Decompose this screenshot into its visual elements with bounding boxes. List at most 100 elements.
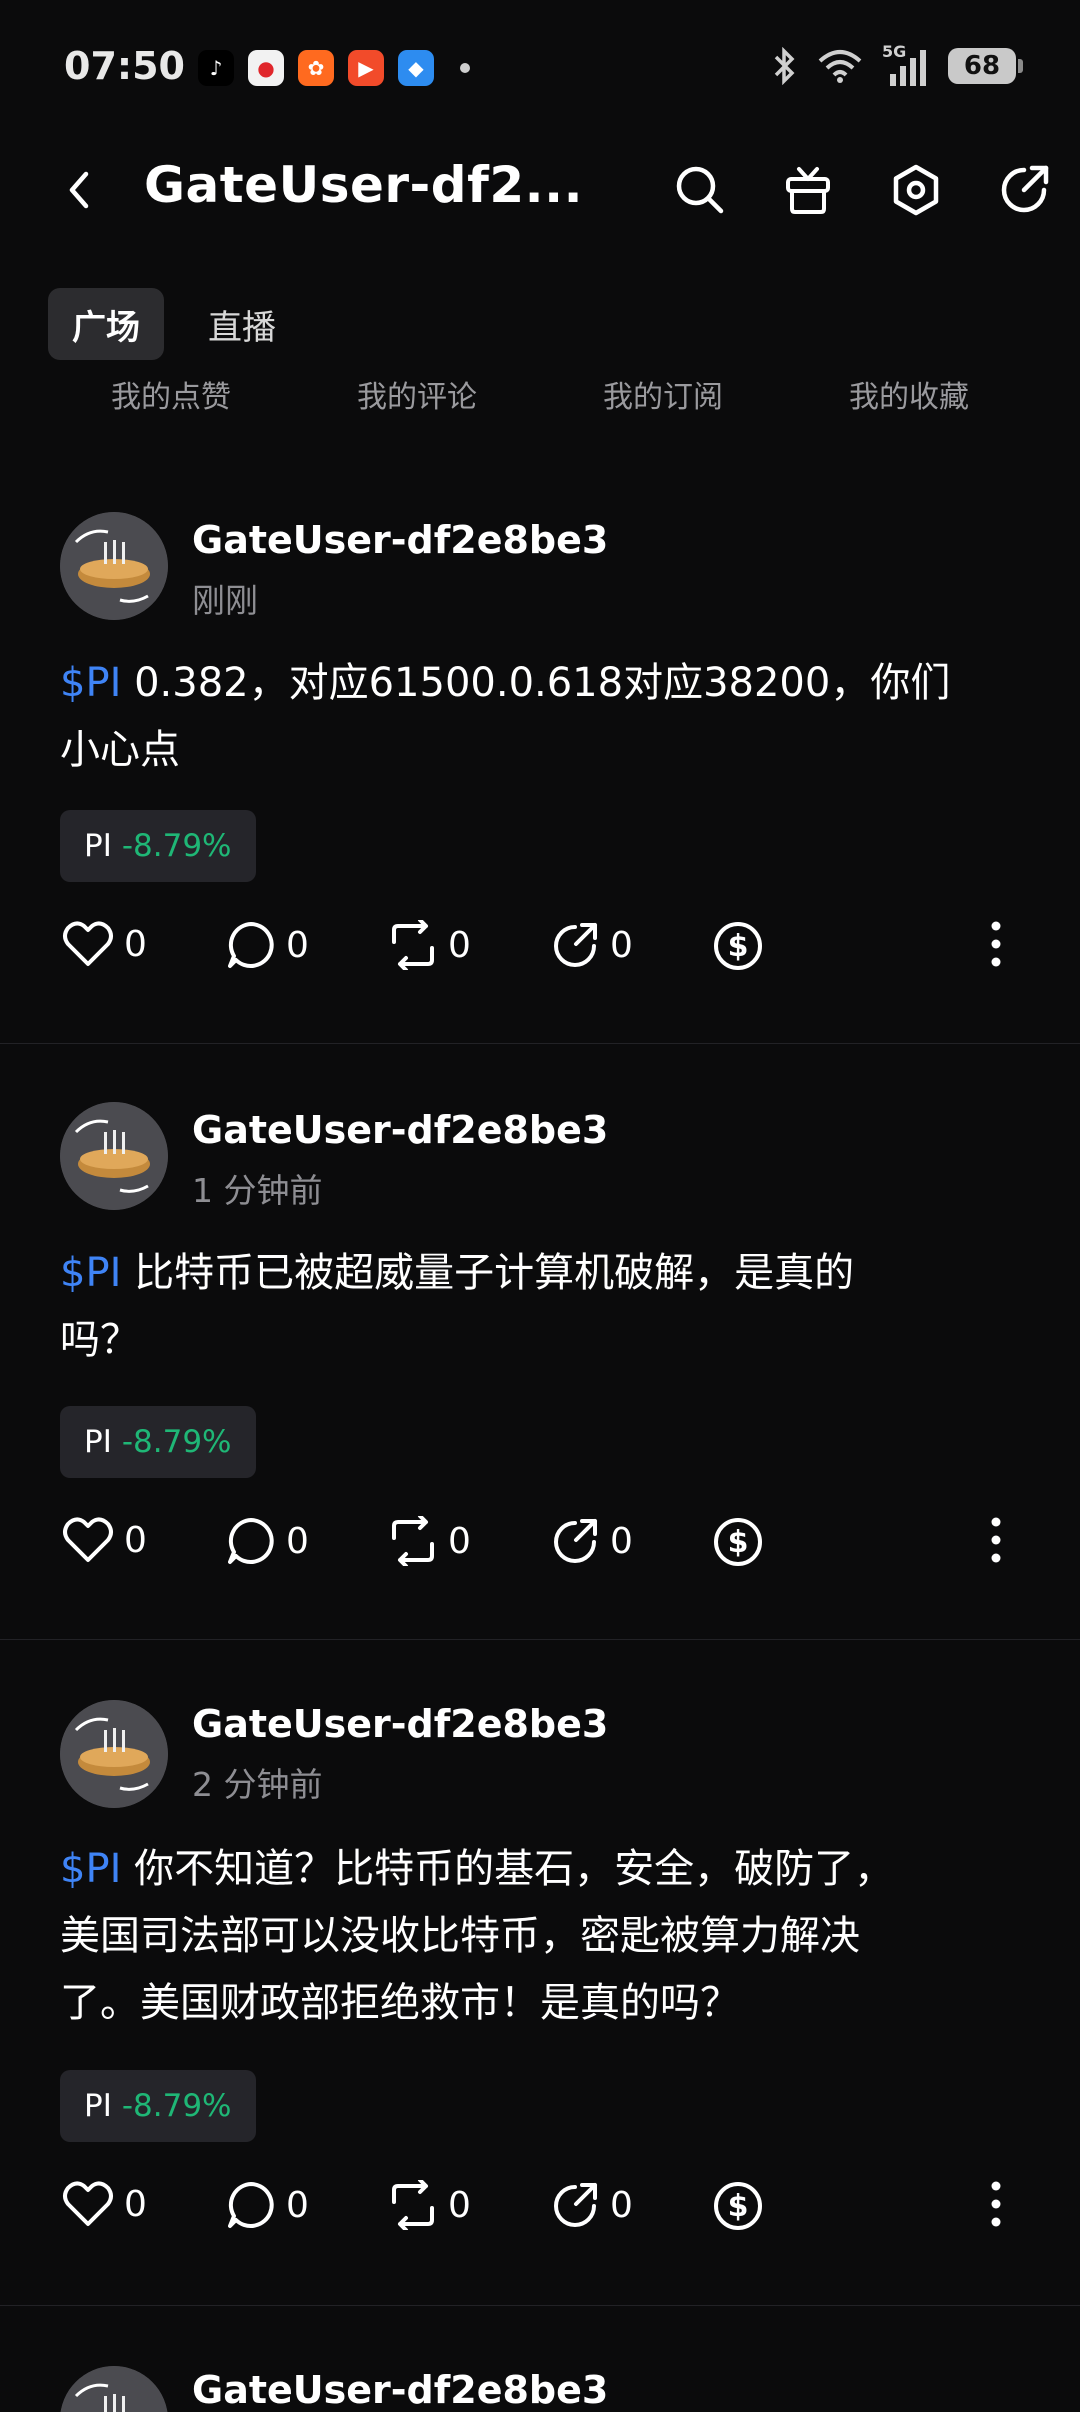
repost-button[interactable]: 0 bbox=[388, 920, 471, 970]
repost-count: 0 bbox=[448, 924, 471, 966]
svg-text:$: $ bbox=[728, 2189, 749, 2224]
tip-dollar-icon: $ bbox=[714, 2182, 762, 2230]
post-author[interactable]: GateUser-df2e8be3 bbox=[192, 518, 608, 562]
forward-icon bbox=[554, 923, 597, 967]
subtab-my-favorites[interactable]: 我的收藏 bbox=[786, 372, 1032, 416]
comment-button[interactable]: 0 bbox=[226, 920, 309, 970]
post-text-line: 比特币已被超威量子计算机破解，是真的 bbox=[134, 1250, 855, 1296]
like-button[interactable]: 0 bbox=[62, 920, 147, 968]
coin-symbol: PI bbox=[84, 828, 112, 864]
post-card[interactable]: GateUser-df2e8be3 1 分钟前 $PI 比特币已被超威量子计算机… bbox=[0, 1044, 1080, 1640]
repost-button[interactable]: 0 bbox=[388, 1516, 471, 1566]
post-content[interactable]: $PI 比特币已被超威量子计算机破解，是真的 吗？ bbox=[60, 1240, 1020, 1374]
bluetooth-icon bbox=[774, 47, 795, 85]
post-content[interactable]: $PI 0.382，对应61500.0.618对应38200，你们 小心点 bbox=[60, 650, 1020, 784]
app-notification-icon: ● bbox=[248, 50, 284, 86]
forward-count: 0 bbox=[610, 1520, 633, 1562]
coin-tag[interactable]: PI -8.79% bbox=[60, 810, 256, 882]
pie-day-avatar-icon bbox=[60, 1700, 168, 1808]
post-card[interactable]: GateUser-df2e8be3 2 分钟前 $PI 你不知道？比特币的基石，… bbox=[0, 1640, 1080, 2306]
like-button[interactable]: 0 bbox=[62, 1516, 147, 1564]
settings-hex-icon bbox=[893, 164, 939, 216]
coin-change: -8.79% bbox=[121, 2088, 232, 2124]
tip-dollar-icon: $ bbox=[714, 1518, 762, 1566]
post-card[interactable]: GateUser-df2e8be3 刚刚 $PI 0.382，对应61500.0… bbox=[0, 470, 1080, 1044]
video-app-icon: ▶ bbox=[348, 50, 384, 86]
notification-icons: ♪ ● ✿ ▶ ◆ bbox=[198, 50, 470, 86]
wifi-icon bbox=[818, 50, 862, 83]
coin-change: -8.79% bbox=[121, 1424, 232, 1460]
forward-icon bbox=[554, 1519, 597, 1563]
like-count: 0 bbox=[124, 2183, 147, 2225]
repost-button[interactable]: 0 bbox=[388, 2180, 471, 2230]
post-author[interactable]: GateUser-df2e8be3 bbox=[192, 1702, 608, 1746]
comment-count: 0 bbox=[286, 1520, 309, 1562]
avatar[interactable] bbox=[60, 1102, 168, 1210]
search-icon bbox=[676, 166, 724, 214]
avatar[interactable] bbox=[60, 512, 168, 620]
heart-icon bbox=[63, 2181, 113, 2226]
ticker-link[interactable]: $PI bbox=[60, 1250, 121, 1296]
more-notifications-icon bbox=[460, 63, 470, 73]
pie-day-avatar-icon bbox=[60, 2366, 168, 2412]
svg-text:$: $ bbox=[728, 1525, 749, 1560]
subtab-my-likes[interactable]: 我的点赞 bbox=[48, 372, 294, 416]
subtab-my-comments[interactable]: 我的评论 bbox=[294, 372, 540, 416]
tip-button[interactable]: $ bbox=[712, 1516, 764, 1568]
heart-icon bbox=[63, 921, 113, 966]
post-time: 2 分钟前 bbox=[192, 1765, 323, 1804]
forward-button[interactable]: 0 bbox=[550, 1516, 633, 1566]
share-icon bbox=[1001, 165, 1049, 213]
ticker-link[interactable]: $PI bbox=[60, 1846, 121, 1892]
search-button[interactable] bbox=[670, 158, 730, 222]
coin-tag[interactable]: PI -8.79% bbox=[60, 1406, 256, 1478]
tip-button[interactable]: $ bbox=[712, 920, 764, 972]
post-actions: 0 0 0 0 $ bbox=[60, 2180, 1020, 2244]
like-count: 0 bbox=[124, 923, 147, 965]
page-title: GateUser-df2... bbox=[144, 156, 584, 214]
comment-button[interactable]: 0 bbox=[226, 2180, 309, 2230]
gift-button[interactable] bbox=[778, 158, 838, 222]
cellular-signal-icon: 5G bbox=[882, 42, 930, 86]
post-text-line: 吗？ bbox=[60, 1317, 140, 1363]
status-right: 5G 68 bbox=[772, 42, 1023, 86]
post-text-line: 小心点 bbox=[60, 727, 180, 773]
forward-button[interactable]: 0 bbox=[550, 920, 633, 970]
tiktok-icon: ♪ bbox=[198, 50, 234, 86]
subtab-my-subscriptions[interactable]: 我的订阅 bbox=[540, 372, 786, 416]
main-tabs: 广场 直播 bbox=[48, 288, 300, 360]
post-card[interactable]: GateUser-df2e8be3 bbox=[0, 2306, 1080, 2412]
post-content[interactable]: $PI 你不知道？比特币的基石，安全，破防了， 美国司法部可以没收比特币，密匙被… bbox=[60, 1836, 1020, 2037]
post-author[interactable]: GateUser-df2e8be3 bbox=[192, 1108, 608, 1152]
header-actions bbox=[670, 158, 1054, 222]
battery-indicator: 68 bbox=[948, 48, 1023, 84]
gift-icon bbox=[786, 167, 830, 214]
share-button[interactable] bbox=[994, 158, 1054, 222]
coin-symbol: PI bbox=[84, 1424, 112, 1460]
comment-icon bbox=[228, 1518, 274, 1564]
like-button[interactable]: 0 bbox=[62, 2180, 147, 2228]
more-vertical-icon bbox=[991, 1517, 1001, 1563]
avatar[interactable] bbox=[60, 1700, 168, 1808]
tab-plaza[interactable]: 广场 bbox=[48, 288, 164, 360]
forward-button[interactable]: 0 bbox=[550, 2180, 633, 2230]
post-author[interactable]: GateUser-df2e8be3 bbox=[192, 2368, 608, 2412]
app-notification-icon: ✿ bbox=[298, 50, 334, 86]
more-options-button[interactable] bbox=[990, 1516, 1002, 1564]
post-text-line: 0.382，对应61500.0.618对应38200，你们 bbox=[134, 660, 951, 706]
repost-count: 0 bbox=[448, 2184, 471, 2226]
settings-button[interactable] bbox=[886, 158, 946, 222]
coin-tag[interactable]: PI -8.79% bbox=[60, 2070, 256, 2142]
more-options-button[interactable] bbox=[990, 920, 1002, 968]
tip-button[interactable]: $ bbox=[712, 2180, 764, 2232]
avatar[interactable] bbox=[60, 2366, 168, 2412]
back-button[interactable] bbox=[50, 160, 110, 220]
comment-button[interactable]: 0 bbox=[226, 1516, 309, 1566]
tab-live[interactable]: 直播 bbox=[184, 288, 300, 360]
comment-icon bbox=[228, 2182, 274, 2228]
app-header: GateUser-df2... bbox=[0, 140, 1080, 240]
ticker-link[interactable]: $PI bbox=[60, 660, 121, 706]
more-options-button[interactable] bbox=[990, 2180, 1002, 2228]
post-actions: 0 0 0 0 $ bbox=[60, 1516, 1020, 1580]
status-time: 07:50 bbox=[64, 44, 185, 88]
